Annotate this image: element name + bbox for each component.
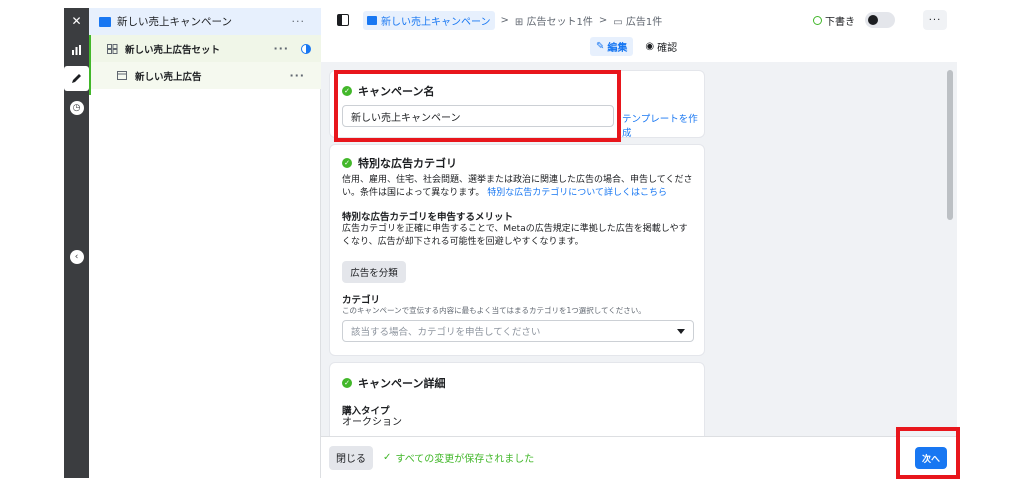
draft-status: 下書き: [813, 12, 895, 28]
half-circle-icon: [301, 43, 311, 54]
campaign-details-heading: キャンペーン詳細: [358, 377, 446, 390]
breadcrumb-campaign-label: 新しい売上キャンペーン: [381, 16, 491, 28]
tree-progress-line: [89, 35, 91, 95]
draft-label: 下書き: [825, 16, 855, 28]
close-button[interactable]: 閉じる: [329, 445, 373, 470]
more-icon[interactable]: ···: [292, 15, 306, 28]
tree-item-ad[interactable]: 新しい売上広告 ···: [89, 62, 321, 89]
draft-status-icon: [813, 15, 822, 25]
learn-more-link[interactable]: 特別な広告カテゴリについて詳しくはこちら: [487, 188, 667, 198]
breadcrumb-adset[interactable]: ⊞ 広告セット1件: [515, 13, 593, 28]
tree-adset-label: 新しい売上広告セット: [125, 44, 221, 56]
breadcrumb-adset-label: 広告セット1件: [526, 16, 593, 28]
tab-edit[interactable]: ✎ 編集: [590, 37, 634, 56]
ad-icon: ▭: [613, 16, 623, 28]
more-icon[interactable]: ···: [289, 69, 305, 82]
benefit-desc: 広告カテゴリを正確に申告することで、Metaの広告規定に準拠した広告を掲載しやす…: [342, 224, 688, 247]
campaign-details-card: ✓ キャンペーン詳細 購入タイプ オークション: [329, 362, 705, 436]
tree-ad-label: 新しい売上広告: [135, 71, 202, 83]
mode-tabs: ✎ 編集 ◉ 確認: [590, 37, 683, 56]
special-category-desc: 信用、雇用、住宅、社会問題、選挙または政治に関連した広告の場合、申告してください…: [342, 174, 694, 200]
checkmark-icon: ✓: [383, 452, 392, 463]
breadcrumb-separator: >: [500, 14, 509, 26]
campaign-tree: 新しい売上キャンペーン ··· 新しい売上広告セット ··· 新しい売上広告 ·…: [89, 8, 321, 478]
campaign-details-title: ✓ キャンペーン詳細: [342, 375, 445, 391]
highlight-next-button: [896, 427, 960, 479]
create-template-link[interactable]: テンプレートを作成: [622, 111, 704, 139]
breadcrumb-campaign[interactable]: 新しい売上キャンペーン: [363, 10, 495, 30]
tab-edit-label: 編集: [607, 43, 628, 54]
more-icon[interactable]: ···: [273, 42, 289, 55]
chevron-down-icon: [677, 329, 685, 334]
special-category-heading: 特別な広告カテゴリ: [358, 157, 457, 170]
breadcrumb-ad-label: 広告1件: [625, 16, 663, 28]
purchase-type-value: オークション: [342, 417, 402, 428]
more-options-button[interactable]: ···: [923, 10, 947, 30]
ad-icon: [117, 70, 129, 81]
check-circle-icon: ✓: [342, 378, 352, 388]
scrollbar[interactable]: [945, 62, 955, 436]
left-rail: ✕ ◷ ‹: [64, 8, 89, 478]
clock-icon[interactable]: ◷: [64, 95, 89, 120]
grid-icon: [107, 43, 119, 54]
publish-toggle[interactable]: [865, 12, 895, 28]
folder-icon: [99, 16, 111, 27]
tab-review-label: 確認: [657, 43, 678, 54]
category-help: このキャンペーンで宣伝する内容に最もよく当てはまるカテゴリを1つ選択してください…: [342, 306, 646, 315]
chevron-left-icon[interactable]: ‹: [64, 244, 89, 269]
pencil-icon: ✎: [596, 41, 605, 52]
special-category-title: ✓ 特別な広告カテゴリ: [342, 155, 457, 171]
scrollbar-thumb[interactable]: [947, 70, 953, 220]
save-status-text: すべての変更が保存されました: [395, 454, 535, 465]
top-bar: 新しい売上キャンペーン > ⊞ 広告セット1件 > ▭ 広告1件 下書き ···: [321, 8, 957, 32]
chart-icon[interactable]: [64, 37, 89, 62]
save-status: ✓ すべての変更が保存されました: [383, 450, 534, 465]
breadcrumb-separator: >: [598, 14, 608, 26]
breadcrumb-ad[interactable]: ▭ 広告1件: [613, 13, 662, 28]
folder-icon: [367, 15, 377, 25]
pencil-icon[interactable]: [64, 66, 89, 91]
tree-campaign-label: 新しい売上キャンペーン: [117, 16, 232, 28]
special-category-card: ✓ 特別な広告カテゴリ 信用、雇用、住宅、社会問題、選挙または政治に関連した広告…: [329, 144, 705, 356]
grid-icon: ⊞: [514, 16, 524, 28]
eye-icon: ◉: [645, 41, 655, 52]
close-icon[interactable]: ✕: [64, 8, 89, 33]
tab-review[interactable]: ◉ 確認: [639, 37, 683, 56]
check-circle-icon: ✓: [342, 158, 352, 168]
tree-item-campaign[interactable]: 新しい売上キャンペーン ···: [89, 8, 321, 35]
category-select[interactable]: 該当する場合、カテゴリを申告してください: [342, 320, 694, 342]
highlight-campaign-name: [334, 70, 621, 142]
footer-bar: 閉じる ✓ すべての変更が保存されました 次へ: [321, 436, 957, 478]
tree-item-adset[interactable]: 新しい売上広告セット ···: [89, 35, 321, 62]
purchase-type-label: 購入タイプ: [342, 406, 390, 417]
ads-manager-editor: ✕ ◷ ‹ 新しい売上キャンペーン ··· 新しい売上広告セット ··· 新しい…: [0, 0, 1024, 493]
classify-ad-button[interactable]: 広告を分類: [342, 261, 406, 283]
category-select-placeholder: 該当する場合、カテゴリを申告してください: [351, 327, 541, 338]
benefit-title: 特別な広告カテゴリを申告するメリット: [342, 212, 514, 223]
panel-toggle-icon[interactable]: [337, 14, 349, 26]
